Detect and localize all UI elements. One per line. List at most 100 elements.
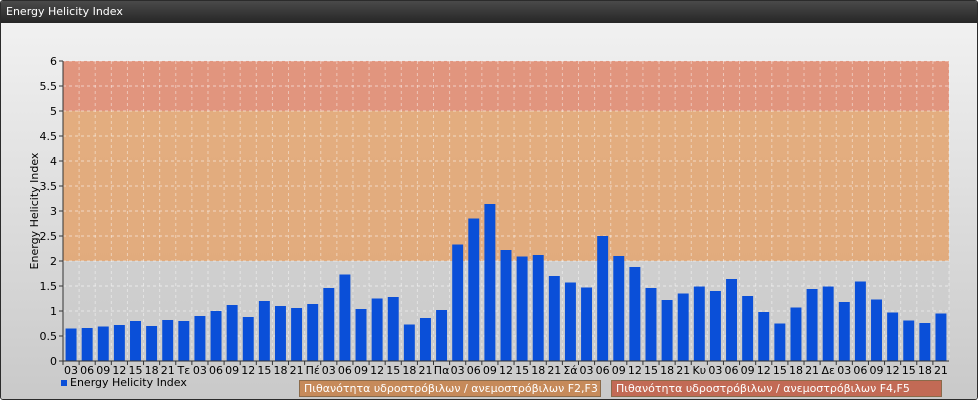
bar [178, 321, 190, 361]
y-tick-label: 4 [50, 155, 57, 168]
x-tick-label: 06 [725, 364, 739, 377]
x-tick-label: 18 [402, 364, 416, 377]
bar [419, 318, 431, 361]
x-tick-layer: 03 06 09 12 15 18 21 Τε 03 06 09 12 15 18 21 Πέ 03 06 09 12… [62, 361, 948, 377]
chart-svg: 00.511.522.533.544.555.56 03 06 09 12 15 18 21… [28, 55, 950, 389]
x-tick-label: Πέ [306, 364, 320, 377]
bar [468, 218, 480, 361]
x-tick-label: 18 [918, 364, 932, 377]
x-tick-label: 12 [499, 364, 513, 377]
bar [387, 297, 399, 361]
y-axis-label: Energy Helicity Index [28, 152, 41, 269]
x-tick-label: 09 [741, 364, 755, 377]
x-tick-label: 18 [531, 364, 545, 377]
x-tick-label: 12 [370, 364, 384, 377]
x-tick-label: 09 [870, 364, 884, 377]
bar [113, 325, 125, 361]
x-tick-label: 21 [934, 364, 948, 377]
x-tick-label: 21 [547, 364, 561, 377]
band-legend-f2f3: Πιθανότητα υδροστρόβιλων / ανεμοστρόβιλω… [299, 380, 601, 397]
x-tick-label: 12 [628, 364, 642, 377]
bar [323, 288, 335, 361]
bar [97, 326, 109, 361]
bar [291, 308, 303, 361]
bar [516, 256, 528, 361]
bar [613, 256, 625, 361]
y-tick-label: 6 [50, 55, 57, 68]
y-tick-label: 2.5 [40, 230, 58, 243]
bar [436, 310, 448, 361]
bar [242, 317, 254, 361]
bar [854, 281, 866, 361]
bar [919, 323, 931, 361]
x-tick-label: 21 [805, 364, 819, 377]
x-tick-label: 06 [467, 364, 481, 377]
x-tick-label: 21 [290, 364, 304, 377]
y-tick-label: 3 [50, 205, 57, 218]
bar [758, 312, 770, 361]
x-tick-label: 09 [612, 364, 626, 377]
bar [371, 298, 383, 361]
y-tick-layer: 0 0.5 1 1.5 2 2.5 3 3.5 4 4.5 5 5.5 6 [40, 55, 63, 368]
x-tick-label: Σά [563, 364, 577, 377]
bar [774, 323, 786, 361]
x-tick-label: 03 [837, 364, 851, 377]
x-tick-label: 06 [853, 364, 867, 377]
bar [935, 313, 947, 361]
y-tick-label: 4.5 [40, 130, 58, 143]
bar [226, 305, 238, 361]
y-tick-label: 1.5 [40, 280, 58, 293]
x-tick-label: 06 [209, 364, 223, 377]
x-tick-label: Κυ [693, 364, 707, 377]
bar [838, 302, 850, 361]
x-tick-label: Πα [434, 364, 450, 377]
x-tick-label: 15 [515, 364, 529, 377]
x-tick-label: 18 [273, 364, 287, 377]
legend-swatch [61, 380, 67, 386]
x-tick-label: 03 [193, 364, 207, 377]
x-tick-label: 15 [257, 364, 271, 377]
bar [403, 324, 415, 361]
bar [194, 316, 206, 361]
bar [130, 321, 141, 361]
x-tick-label: 12 [886, 364, 900, 377]
bar [162, 320, 174, 361]
x-tick-label: 15 [773, 364, 787, 377]
y-tick-label: 5 [50, 105, 57, 118]
bar [693, 286, 705, 361]
bar [677, 293, 689, 361]
x-tick-label: 03 [322, 364, 336, 377]
x-tick-label: 06 [596, 364, 610, 377]
bar [307, 304, 319, 361]
bar [532, 255, 544, 361]
y-tick-label: 3.5 [40, 180, 58, 193]
bar [564, 282, 576, 361]
y-tick-label: 0.5 [40, 330, 58, 343]
x-tick-label: 06 [338, 364, 352, 377]
bar [274, 306, 286, 361]
bar [822, 286, 834, 361]
y-tick-label: 0 [50, 355, 57, 368]
x-tick-label: 18 [789, 364, 803, 377]
bar [452, 244, 464, 361]
bar [790, 307, 802, 361]
bar [581, 287, 593, 361]
bar [629, 267, 641, 361]
x-tick-label: 12 [757, 364, 771, 377]
bar [355, 309, 367, 361]
y-tick-label: 5.5 [40, 80, 58, 93]
x-tick-label: 15 [386, 364, 400, 377]
bar [258, 301, 270, 361]
x-tick-label: 21 [418, 364, 432, 377]
x-tick-label: 03 [451, 364, 465, 377]
x-tick-label: 12 [241, 364, 255, 377]
bar [500, 250, 512, 361]
bar [661, 300, 673, 361]
bar [645, 288, 657, 361]
bar [484, 204, 496, 361]
x-tick-label: 09 [483, 364, 497, 377]
x-tick-label: 09 [225, 364, 239, 377]
x-tick-label: 15 [902, 364, 916, 377]
bar [210, 311, 222, 361]
bar [726, 279, 738, 361]
